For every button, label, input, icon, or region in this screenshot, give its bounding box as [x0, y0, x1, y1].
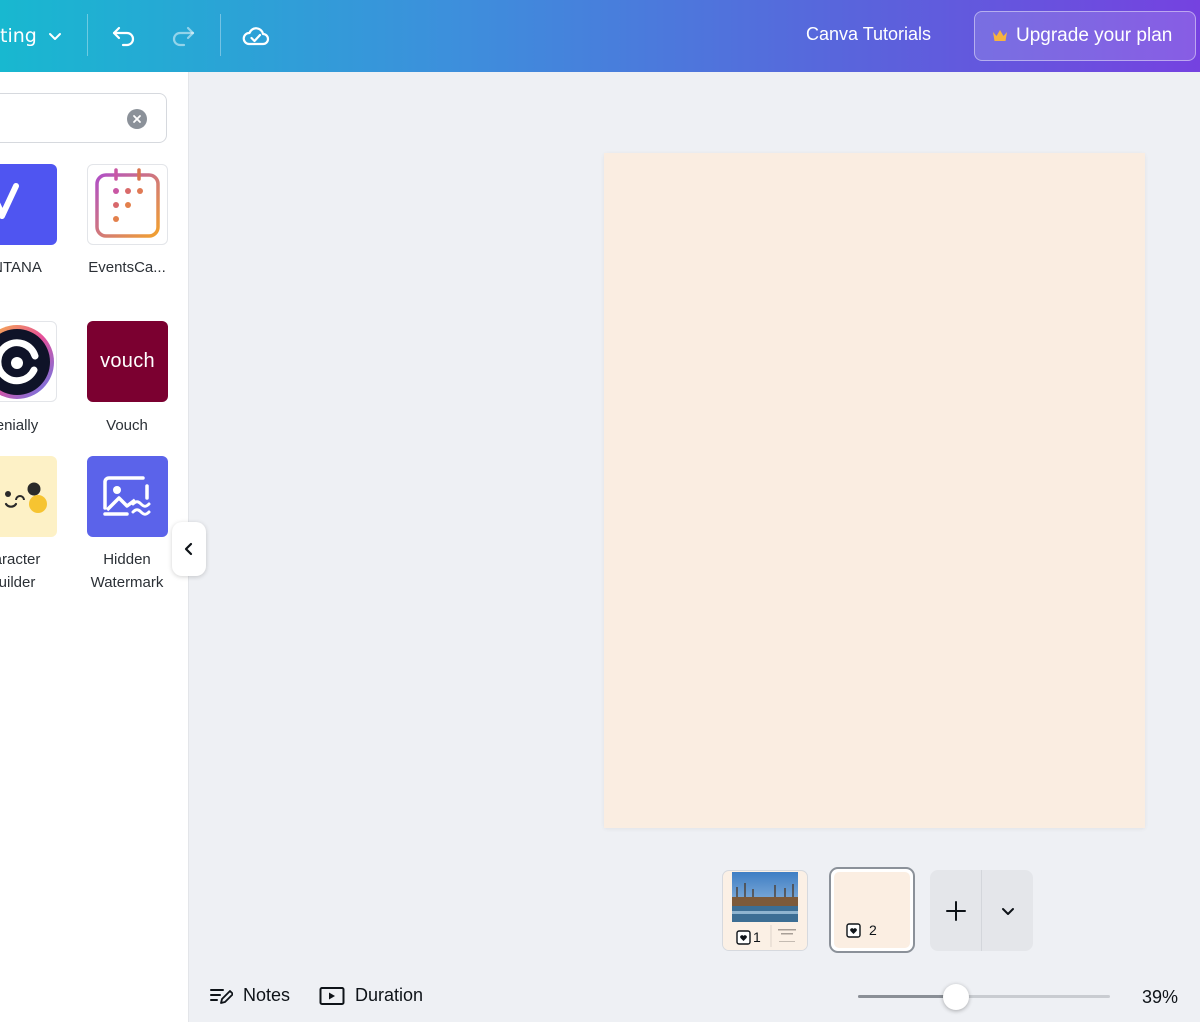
top-toolbar: ting Canva Tutorials Upgrade your plan: [0, 0, 1200, 72]
genially-logo-icon: [0, 325, 54, 399]
app-tile-hidden-watermark[interactable]: [87, 456, 168, 537]
redo-button[interactable]: [165, 18, 201, 54]
undo-icon: [112, 26, 135, 47]
notes-label: Notes: [243, 985, 291, 1005]
app-tile-genially[interactable]: [0, 321, 57, 402]
upgrade-plan-button[interactable]: Upgrade your plan: [974, 11, 1196, 61]
page-options-button[interactable]: [982, 870, 1033, 951]
clear-search-button[interactable]: [127, 109, 147, 129]
app-tile-character-builder[interactable]: [0, 456, 57, 537]
zoom-slider-track[interactable]: [858, 995, 1110, 998]
close-icon: [133, 115, 141, 123]
duration-label: Duration: [355, 985, 424, 1005]
ntana-logo-icon: [0, 183, 19, 219]
add-page-button[interactable]: [930, 870, 981, 951]
app-label-hidden-watermark: Hidden Watermark: [90, 551, 164, 591]
page-2-number: 2: [846, 922, 877, 938]
character-face-icon: [4, 482, 47, 513]
page-thumbnail-1[interactable]: 1: [722, 870, 808, 951]
app-label-vouch: Vouch: [106, 417, 148, 434]
canva-tutorials-link[interactable]: Canva Tutorials: [806, 24, 931, 45]
page-2-preview: 2: [834, 872, 910, 948]
upgrade-plan-label: Upgrade your plan: [1016, 25, 1173, 46]
plus-icon: [945, 900, 966, 921]
chevron-down-icon: [1001, 907, 1014, 915]
add-page-group: [930, 870, 1033, 951]
duration-button[interactable]: Duration: [319, 985, 423, 1006]
app-label-character-builder: aracter uilder: [0, 551, 41, 591]
heart-note-icon: [846, 922, 861, 938]
app-label-genially: enially: [0, 417, 39, 434]
crown-icon: [992, 29, 1008, 43]
collapse-panel-button[interactable]: [172, 522, 206, 576]
notes-button[interactable]: Notes: [209, 985, 290, 1006]
app-label-ntana: NTANA: [0, 259, 42, 276]
page-1-number: 1: [736, 929, 761, 945]
search-input[interactable]: [0, 93, 167, 143]
redo-icon: [172, 26, 195, 47]
resize-menu-button[interactable]: ting: [0, 22, 63, 50]
chevron-left-icon: [184, 542, 193, 556]
app-tile-eventscal[interactable]: [87, 164, 168, 245]
zoom-slider-handle[interactable]: [943, 984, 970, 1010]
undo-button[interactable]: [106, 18, 142, 54]
app-label-eventscal: EventsCa...: [88, 259, 166, 276]
heart-note-icon: [736, 929, 751, 945]
calendar-icon: [95, 168, 160, 238]
cloud-check-icon: [242, 27, 270, 46]
save-status-button[interactable]: [238, 18, 274, 54]
resize-menu-label: ting: [0, 25, 37, 47]
app-tile-vouch[interactable]: vouch: [87, 321, 168, 402]
image-watermark-icon: [103, 476, 151, 516]
vouch-logo-text: vouch: [100, 350, 155, 372]
page-thumbnail-2[interactable]: 2: [829, 867, 915, 953]
chevron-down-icon: [48, 33, 61, 40]
apps-side-panel: NTANA EventsCa... enially vouch Vouch: [0, 72, 189, 1022]
app-tile-ntana[interactable]: [0, 164, 57, 245]
toolbar-divider: [87, 14, 88, 56]
zoom-slider-fill: [858, 995, 957, 998]
zoom-value[interactable]: 39%: [1142, 987, 1178, 1008]
toolbar-divider: [220, 14, 221, 56]
design-page-canvas[interactable]: [604, 153, 1145, 828]
play-timer-icon: [319, 986, 345, 1005]
notes-icon: [210, 988, 233, 1004]
